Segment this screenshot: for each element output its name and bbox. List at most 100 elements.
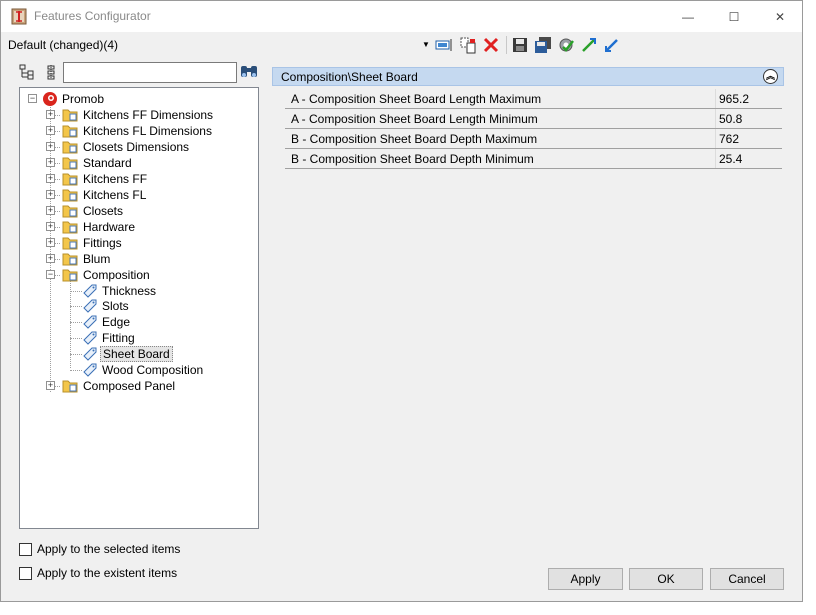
expand-toggle[interactable]: + — [46, 190, 55, 199]
folder-icon — [62, 189, 78, 202]
tree-node-label[interactable]: Thickness — [100, 283, 158, 299]
search-input[interactable] — [63, 62, 237, 83]
tree-guide-line — [70, 370, 82, 371]
expand-toggle[interactable]: + — [46, 254, 55, 263]
apply-selected-label[interactable]: Apply to the selected items — [37, 542, 180, 556]
ok-button[interactable]: OK — [629, 568, 703, 590]
tree-root-label[interactable]: Promob — [60, 91, 106, 107]
expand-toggle[interactable]: + — [46, 110, 55, 119]
tree-guide-line — [70, 354, 82, 355]
tree-node-label[interactable]: Kitchens FF — [81, 171, 149, 187]
expand-toggle[interactable]: + — [46, 126, 55, 135]
column-divider — [715, 109, 716, 128]
folder-icon — [62, 173, 78, 186]
apply-button[interactable]: Apply — [548, 568, 623, 590]
group-header[interactable]: Composition\Sheet Board ︽ — [272, 67, 784, 86]
expand-toggle[interactable]: + — [46, 158, 55, 167]
apply-selected-option[interactable]: Apply to the selected items — [19, 541, 180, 557]
property-value[interactable]: 25.4 — [719, 152, 742, 166]
folder-icon — [62, 141, 78, 154]
tree-node-label[interactable]: Fittings — [81, 235, 124, 251]
tree-node-label[interactable]: Standard — [81, 155, 134, 171]
folder-icon — [62, 221, 78, 234]
save-icon[interactable] — [511, 36, 529, 54]
minimize-button[interactable]: — — [665, 1, 711, 32]
feature-tag-icon — [83, 299, 97, 313]
tree-node-label[interactable]: Composition — [81, 267, 152, 283]
group-title: Composition\Sheet Board — [281, 70, 418, 84]
column-divider — [715, 129, 716, 148]
feature-tag-icon — [83, 331, 97, 345]
tree-node-label[interactable]: Edge — [100, 314, 132, 330]
tree-guide-line — [70, 306, 82, 307]
expand-toggle[interactable]: + — [46, 381, 55, 390]
profile-dropdown-icon[interactable]: ▼ — [422, 38, 430, 52]
cancel-button[interactable]: Cancel — [710, 568, 784, 590]
settings-icon[interactable] — [557, 36, 575, 54]
folder-icon — [62, 380, 78, 393]
tree-node-label[interactable]: Hardware — [81, 219, 137, 235]
feature-tag-icon — [83, 347, 97, 361]
folder-icon — [62, 109, 78, 122]
tree-node-label[interactable]: Kitchens FL — [81, 187, 148, 203]
apply-existent-label[interactable]: Apply to the existent items — [37, 566, 177, 580]
save-as-icon[interactable] — [534, 36, 552, 54]
collapse-tree-icon[interactable] — [43, 64, 59, 80]
apply-selected-checkbox[interactable] — [19, 542, 32, 556]
expand-toggle[interactable]: + — [46, 238, 55, 247]
property-row[interactable]: A - Composition Sheet Board Length Minim… — [285, 109, 782, 129]
profile-label: Default (changed)(4) — [8, 38, 119, 52]
tree-guide-line — [70, 338, 82, 339]
import-icon[interactable] — [580, 36, 598, 54]
property-value[interactable]: 762 — [719, 132, 739, 146]
tree-node-label[interactable]: Slots — [100, 298, 131, 314]
window-title: Features Configurator — [34, 9, 151, 23]
expand-toggle[interactable]: + — [46, 206, 55, 215]
feature-tag-icon — [83, 363, 97, 377]
properties-icon[interactable] — [435, 36, 453, 54]
feature-tree[interactable]: − Promob + Kitchens FF Dimensions + Kitc… — [19, 87, 259, 529]
promob-logo-icon — [43, 92, 57, 106]
folder-icon — [62, 253, 78, 266]
tree-guide-line — [70, 291, 82, 292]
close-button[interactable]: ✕ — [757, 1, 803, 32]
tree-node-label[interactable]: Kitchens FF Dimensions — [81, 107, 215, 123]
property-row[interactable]: B - Composition Sheet Board Depth Maximu… — [285, 129, 782, 149]
expand-toggle[interactable]: + — [46, 142, 55, 151]
property-row[interactable]: A - Composition Sheet Board Length Maxim… — [285, 89, 782, 109]
tree-node-label[interactable]: Composed Panel — [81, 378, 177, 394]
binoculars-icon[interactable] — [239, 63, 259, 81]
tree-node-label[interactable]: Wood Composition — [100, 362, 205, 378]
folder-icon — [62, 205, 78, 218]
toolbar-separator — [506, 36, 507, 54]
tree-node-label[interactable]: Kitchens FL Dimensions — [81, 123, 214, 139]
folder-icon — [62, 125, 78, 138]
property-value[interactable]: 50.8 — [719, 112, 742, 126]
tree-node-label[interactable]: Closets — [81, 203, 125, 219]
tree-node-label[interactable]: Closets Dimensions — [81, 139, 191, 155]
apply-existent-option[interactable]: Apply to the existent items — [19, 565, 177, 581]
property-name: A - Composition Sheet Board Length Minim… — [291, 112, 538, 126]
collapse-group-icon[interactable]: ︽ — [763, 69, 778, 84]
delete-icon[interactable] — [482, 36, 500, 54]
tree-guide-line — [70, 322, 82, 323]
column-divider — [715, 149, 716, 168]
folder-icon — [62, 237, 78, 250]
tree-node-label-selected[interactable]: Sheet Board — [100, 346, 173, 362]
expand-toggle[interactable]: + — [46, 174, 55, 183]
apply-existent-checkbox[interactable] — [19, 566, 32, 580]
collapse-toggle[interactable]: − — [46, 270, 55, 279]
root-collapse-toggle[interactable]: − — [28, 94, 37, 103]
expand-tree-icon[interactable] — [19, 64, 35, 80]
property-name: B - Composition Sheet Board Depth Minimu… — [291, 152, 534, 166]
copy-icon[interactable] — [459, 36, 477, 54]
maximize-button[interactable]: ☐ — [711, 1, 757, 32]
tree-node-label[interactable]: Fitting — [100, 330, 137, 346]
tree-node-label[interactable]: Blum — [81, 251, 112, 267]
export-icon[interactable] — [603, 36, 621, 54]
property-row[interactable]: B - Composition Sheet Board Depth Minimu… — [285, 149, 782, 169]
property-value[interactable]: 965.2 — [719, 92, 749, 106]
title-bar: Features Configurator — ☐ ✕ — [1, 1, 802, 32]
feature-tag-icon — [83, 315, 97, 329]
expand-toggle[interactable]: + — [46, 222, 55, 231]
